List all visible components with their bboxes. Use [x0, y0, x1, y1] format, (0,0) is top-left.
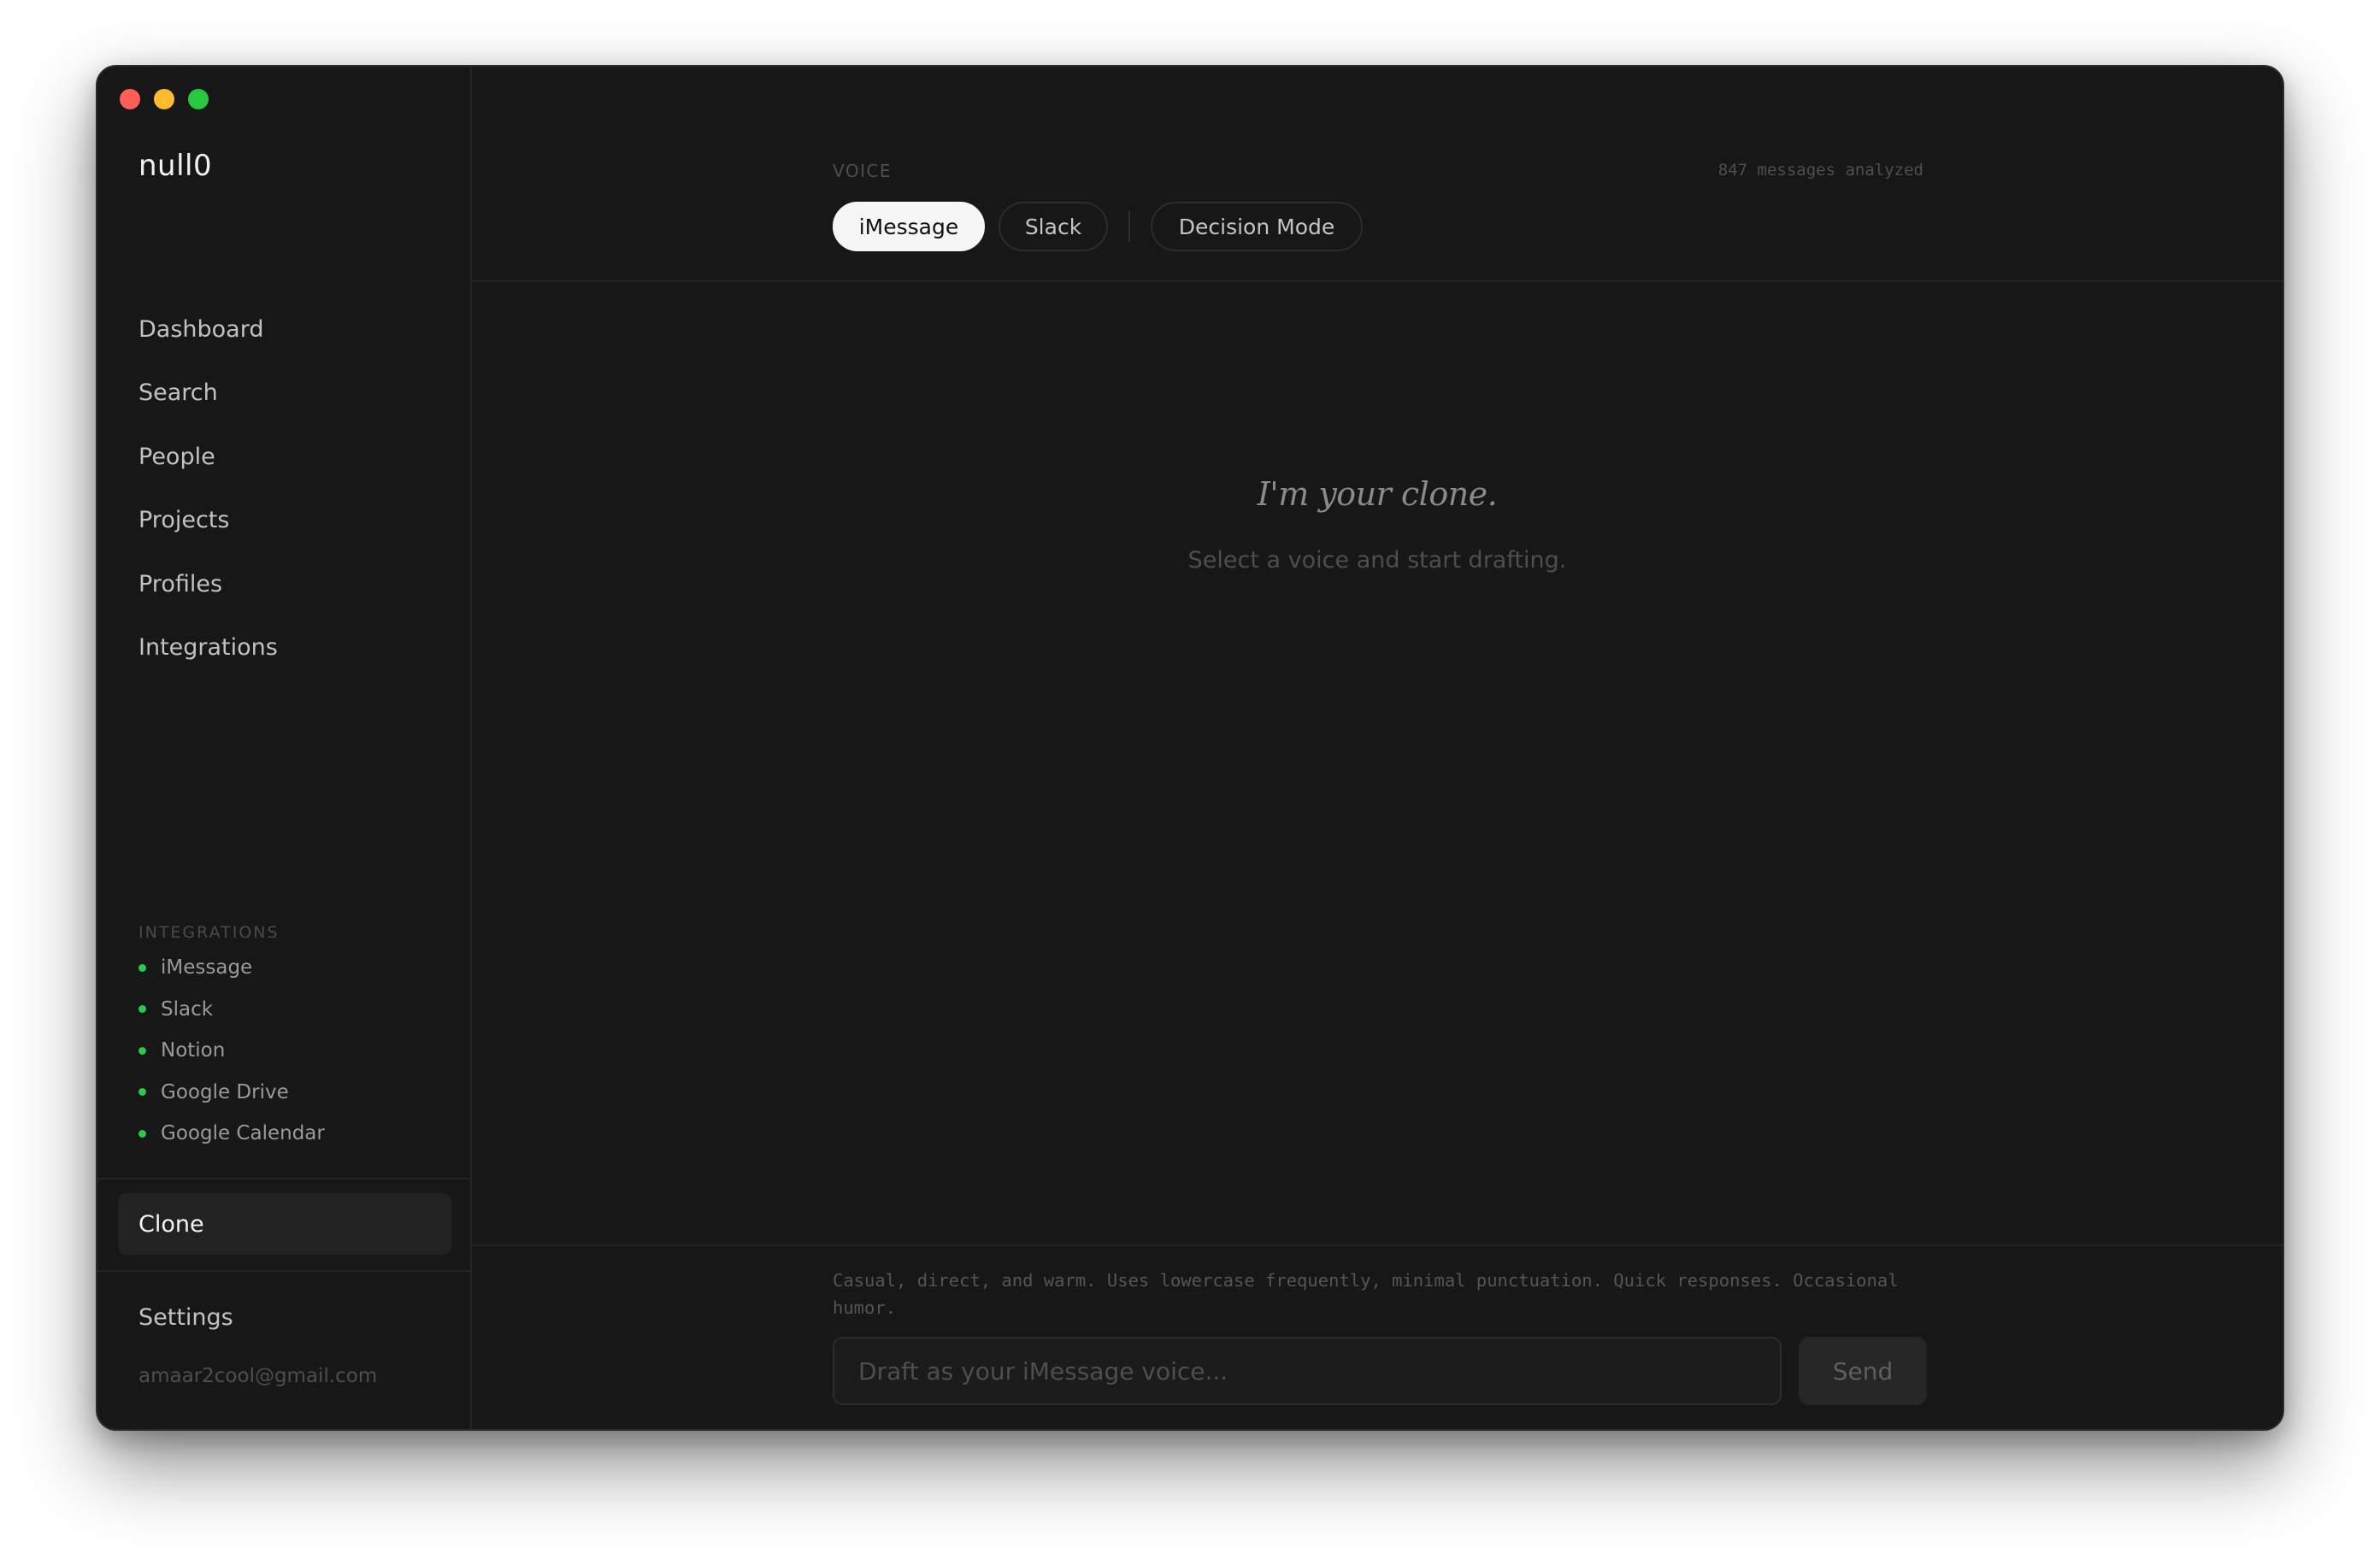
- sidebar: null0 Dashboard Search People Projects P…: [97, 67, 472, 1429]
- integration-label: Google Calendar: [161, 1122, 325, 1145]
- tab-imessage[interactable]: iMessage: [833, 202, 985, 251]
- sidebar-item-settings[interactable]: Settings: [138, 1304, 233, 1331]
- empty-state-subtitle: Select a voice and start drafting.: [1187, 547, 1567, 574]
- empty-state-title: I'm your clone.: [1257, 475, 1498, 513]
- status-dot-icon: [138, 1046, 146, 1055]
- draft-input[interactable]: [833, 1337, 1782, 1405]
- app-window: null0 Dashboard Search People Projects P…: [96, 65, 2284, 1431]
- sidebar-item-projects[interactable]: Projects: [138, 489, 446, 553]
- integrations-status-list: iMessage Slack Notion Google Drive Googl…: [138, 947, 446, 1155]
- close-window-button[interactable]: [120, 89, 140, 109]
- voice-tabs: iMessage Slack Decision Mode: [833, 202, 1363, 251]
- send-button[interactable]: Send: [1799, 1337, 1927, 1405]
- sidebar-divider: [97, 1178, 470, 1180]
- integration-label: Google Drive: [161, 1080, 289, 1103]
- integration-status-slack: Slack: [138, 989, 446, 1031]
- sidebar-item-dashboard[interactable]: Dashboard: [138, 297, 446, 362]
- voice-description: Casual, direct, and warm. Uses lowercase…: [833, 1270, 1899, 1318]
- main-panel: VOICE 847 messages analyzed iMessage Sla…: [472, 67, 2283, 1429]
- sidebar-item-integrations[interactable]: Integrations: [138, 616, 446, 680]
- integration-label: iMessage: [161, 956, 253, 980]
- minimize-window-button[interactable]: [154, 89, 174, 109]
- app-logo: null0: [138, 149, 213, 183]
- maximize-window-button[interactable]: [188, 89, 209, 109]
- tab-decision-mode[interactable]: Decision Mode: [1151, 202, 1363, 251]
- tab-separator: [1128, 211, 1130, 242]
- integration-status-notion: Notion: [138, 1030, 446, 1072]
- integration-label: Slack: [161, 997, 214, 1021]
- voice-section-label: VOICE: [833, 161, 892, 181]
- sidebar-item-clone[interactable]: Clone: [118, 1193, 451, 1255]
- integration-label: Notion: [161, 1039, 226, 1062]
- sidebar-item-search[interactable]: Search: [138, 362, 446, 426]
- header-divider: [472, 280, 2283, 282]
- status-dot-icon: [138, 1088, 146, 1097]
- integration-status-imessage: iMessage: [138, 947, 446, 989]
- user-email: amaar2cool@gmail.com: [138, 1365, 378, 1387]
- composer-divider: [472, 1244, 2283, 1246]
- status-dot-icon: [138, 1129, 146, 1138]
- status-dot-icon: [138, 1005, 146, 1014]
- sidebar-item-people[interactable]: People: [138, 425, 446, 489]
- sidebar-item-profiles[interactable]: Profiles: [138, 552, 446, 616]
- sidebar-nav: Dashboard Search People Projects Profile…: [138, 297, 446, 679]
- integration-status-google-calendar: Google Calendar: [138, 1113, 446, 1155]
- sidebar-divider: [97, 1270, 470, 1272]
- messages-analyzed-count: 847 messages analyzed: [1717, 161, 1923, 179]
- integration-status-google-drive: Google Drive: [138, 1072, 446, 1114]
- tab-slack[interactable]: Slack: [999, 202, 1108, 251]
- window-controls: [120, 89, 209, 109]
- integrations-section-header: INTEGRATIONS: [138, 923, 280, 942]
- status-dot-icon: [138, 963, 146, 972]
